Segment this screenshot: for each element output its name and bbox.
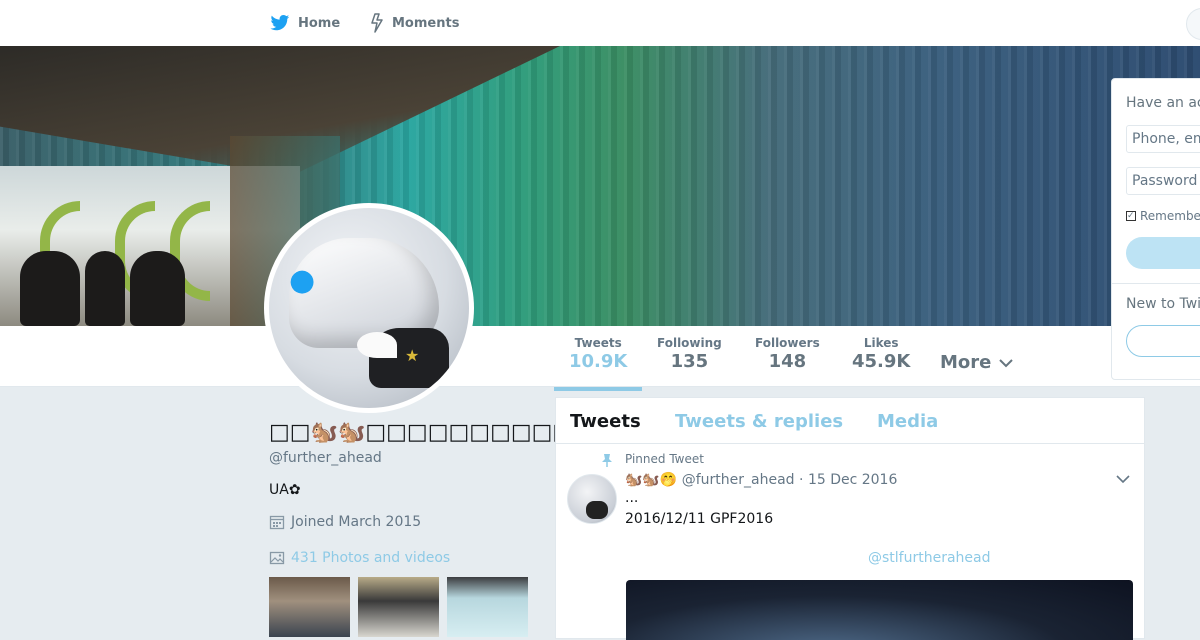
stat-label: Tweets [574,336,622,350]
remember-label: Remembe [1140,209,1200,223]
profile-bio: UA✿ [269,482,301,498]
tweet-text: 2016/12/11 GPF2016 [625,511,774,527]
nav-moments-label: Moments [392,15,460,31]
stat-following[interactable]: Following 135 [657,336,722,372]
stat-likes[interactable]: Likes 45.9K [852,336,910,372]
profile-banner [0,46,1200,326]
star-icon: ★ [405,346,420,365]
password-input[interactable]: Password [1126,167,1200,195]
more-label: More [940,352,992,373]
stat-label: Following [657,336,722,350]
stat-value: 148 [768,351,807,372]
login-title: Have an ac [1126,95,1200,111]
profile-avatar[interactable]: ★ ● [264,203,474,413]
stat-value: 10.9K [569,351,628,372]
tweet-media[interactable] [626,580,1133,640]
more-button[interactable]: More [940,352,1014,373]
login-button[interactable] [1126,237,1200,269]
photos-videos-link[interactable]: 431 Photos and videos [269,550,450,566]
pinned-label: Pinned Tweet [625,452,704,466]
tweet-author-handle[interactable]: @further_ahead [682,472,795,488]
avatar-image: ★ ● [269,208,469,408]
nav-moments[interactable]: Moments [370,0,459,46]
lightning-icon [371,13,383,33]
stat-tweets[interactable]: Tweets 10.9K [553,336,643,391]
nav-home[interactable]: Home [270,0,340,46]
banner-people [130,251,185,326]
photo-thumbnail[interactable] [358,577,439,637]
calendar-icon [269,515,285,530]
stat-value: 135 [670,351,709,372]
joined-text: Joined March 2015 [291,514,422,530]
phone-email-input[interactable]: Phone, em [1126,125,1200,153]
stat-label: Likes [863,336,899,350]
stat-label: Followers [755,336,820,350]
profile-handle[interactable]: @further_ahead [269,450,382,466]
remember-me[interactable]: ✓ Remembe [1126,209,1200,223]
profile-nav-bar: Tweets 10.9K Following 135 Followers 148… [0,326,1200,391]
tweet-author-name[interactable]: 🐿️🐿️🤭 [625,472,677,488]
timeline-tabs: Tweets Tweets & replies Media [556,398,1144,444]
stat-followers[interactable]: Followers 148 [755,336,820,372]
twitter-bird-icon [270,15,290,31]
chevron-down-icon [999,358,1014,367]
tweet-avatar[interactable] [567,474,617,524]
tweet-ellipsis: ... [625,490,639,506]
tweet-mention-link[interactable]: @stlfurtherahead [868,550,991,566]
login-card: Have an ac Phone, em Password ✓ Remembe … [1111,78,1200,380]
chevron-down-icon[interactable] [1116,474,1130,484]
search-box[interactable] [1186,8,1200,40]
bird-icon: ● [289,263,316,298]
stat-value: 45.9K [852,351,911,372]
tab-media[interactable]: Media [877,411,938,432]
tab-tweets-replies[interactable]: Tweets & replies [675,411,843,432]
top-navigation: Home Moments [0,0,1200,47]
photo-thumbnail[interactable] [447,577,528,637]
tweet-date[interactable]: 15 Dec 2016 [808,472,897,488]
banner-people [85,251,125,326]
nav-home-label: Home [298,15,341,31]
divider [1112,283,1200,284]
new-to-twitter-label: New to Twi [1126,296,1200,312]
tweet-separator: · [799,472,804,488]
tweet-header: 🐿️🐿️🤭 @further_ahead · 15 Dec 2016 [625,472,897,488]
banner-people [20,251,80,326]
pin-icon [602,454,612,467]
image-icon [269,551,285,565]
avatar-black-skate [586,501,608,519]
checkbox-icon[interactable]: ✓ [1126,211,1136,221]
photo-thumbnail[interactable] [269,577,350,637]
tab-tweets[interactable]: Tweets [570,411,641,432]
photos-label: 431 Photos and videos [291,550,451,566]
signup-button[interactable] [1126,325,1200,357]
avatar-wing [357,332,397,358]
profile-joined: Joined March 2015 [269,514,421,530]
tweets-panel: Tweets Tweets & replies Media Pinned Twe… [555,397,1145,640]
